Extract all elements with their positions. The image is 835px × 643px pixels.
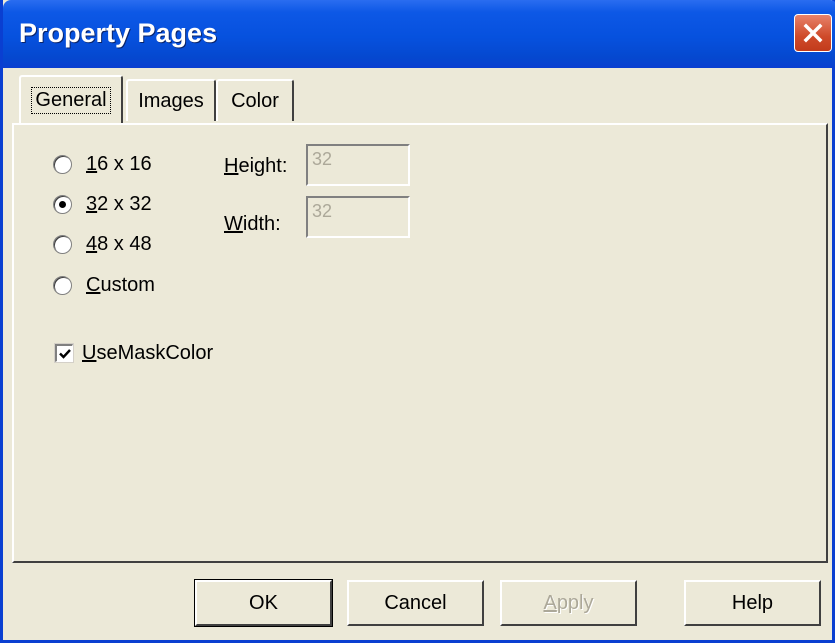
tab-general[interactable]: General <box>19 75 123 123</box>
close-button[interactable] <box>794 14 832 52</box>
radio-custom-label: Custom <box>86 273 155 296</box>
tab-images[interactable]: Images <box>126 79 216 121</box>
tab-general-label: General <box>31 86 111 114</box>
width-field[interactable]: 32 <box>306 196 410 238</box>
property-pages-dialog: Property Pages General Images Color 16 x… <box>0 0 835 643</box>
tab-color-label: Color <box>231 89 279 112</box>
radio-16x16-button[interactable] <box>53 154 72 174</box>
width-label: Width: <box>224 213 281 235</box>
cancel-button[interactable]: Cancel <box>347 580 484 626</box>
use-mask-color-checkbox[interactable] <box>55 344 73 362</box>
use-mask-color-label: UseMaskColor <box>82 341 214 364</box>
window-title: Property Pages <box>19 18 218 48</box>
radio-16x16-label: 16 x 16 <box>86 152 152 175</box>
radio-32x32-button[interactable] <box>53 194 72 214</box>
height-label: Height: <box>224 155 288 177</box>
close-icon <box>803 23 823 43</box>
apply-button-label: pply <box>556 591 594 614</box>
checkmark-icon <box>58 348 71 359</box>
ok-button[interactable]: OK <box>194 579 333 627</box>
use-mask-color-checkbox-row[interactable]: UseMaskColor <box>55 338 213 368</box>
radio-custom[interactable]: Custom <box>53 270 155 300</box>
title-bar[interactable]: Property Pages <box>3 0 835 68</box>
radio-48x48[interactable]: 48 x 48 <box>53 229 152 259</box>
radio-custom-button[interactable] <box>53 275 72 295</box>
apply-button[interactable]: Apply <box>500 580 637 626</box>
tab-color[interactable]: Color <box>216 79 294 121</box>
apply-button-mnemonic: A <box>543 591 557 614</box>
radio-16x16[interactable]: 16 x 16 <box>53 149 152 179</box>
radio-48x48-button[interactable] <box>53 234 72 254</box>
tab-images-label: Images <box>138 89 204 112</box>
radio-48x48-label: 48 x 48 <box>86 232 152 255</box>
radio-32x32-label: 32 x 32 <box>86 192 152 215</box>
help-button[interactable]: Help <box>684 580 821 626</box>
radio-32x32[interactable]: 32 x 32 <box>53 189 152 219</box>
height-field[interactable]: 32 <box>306 144 410 186</box>
